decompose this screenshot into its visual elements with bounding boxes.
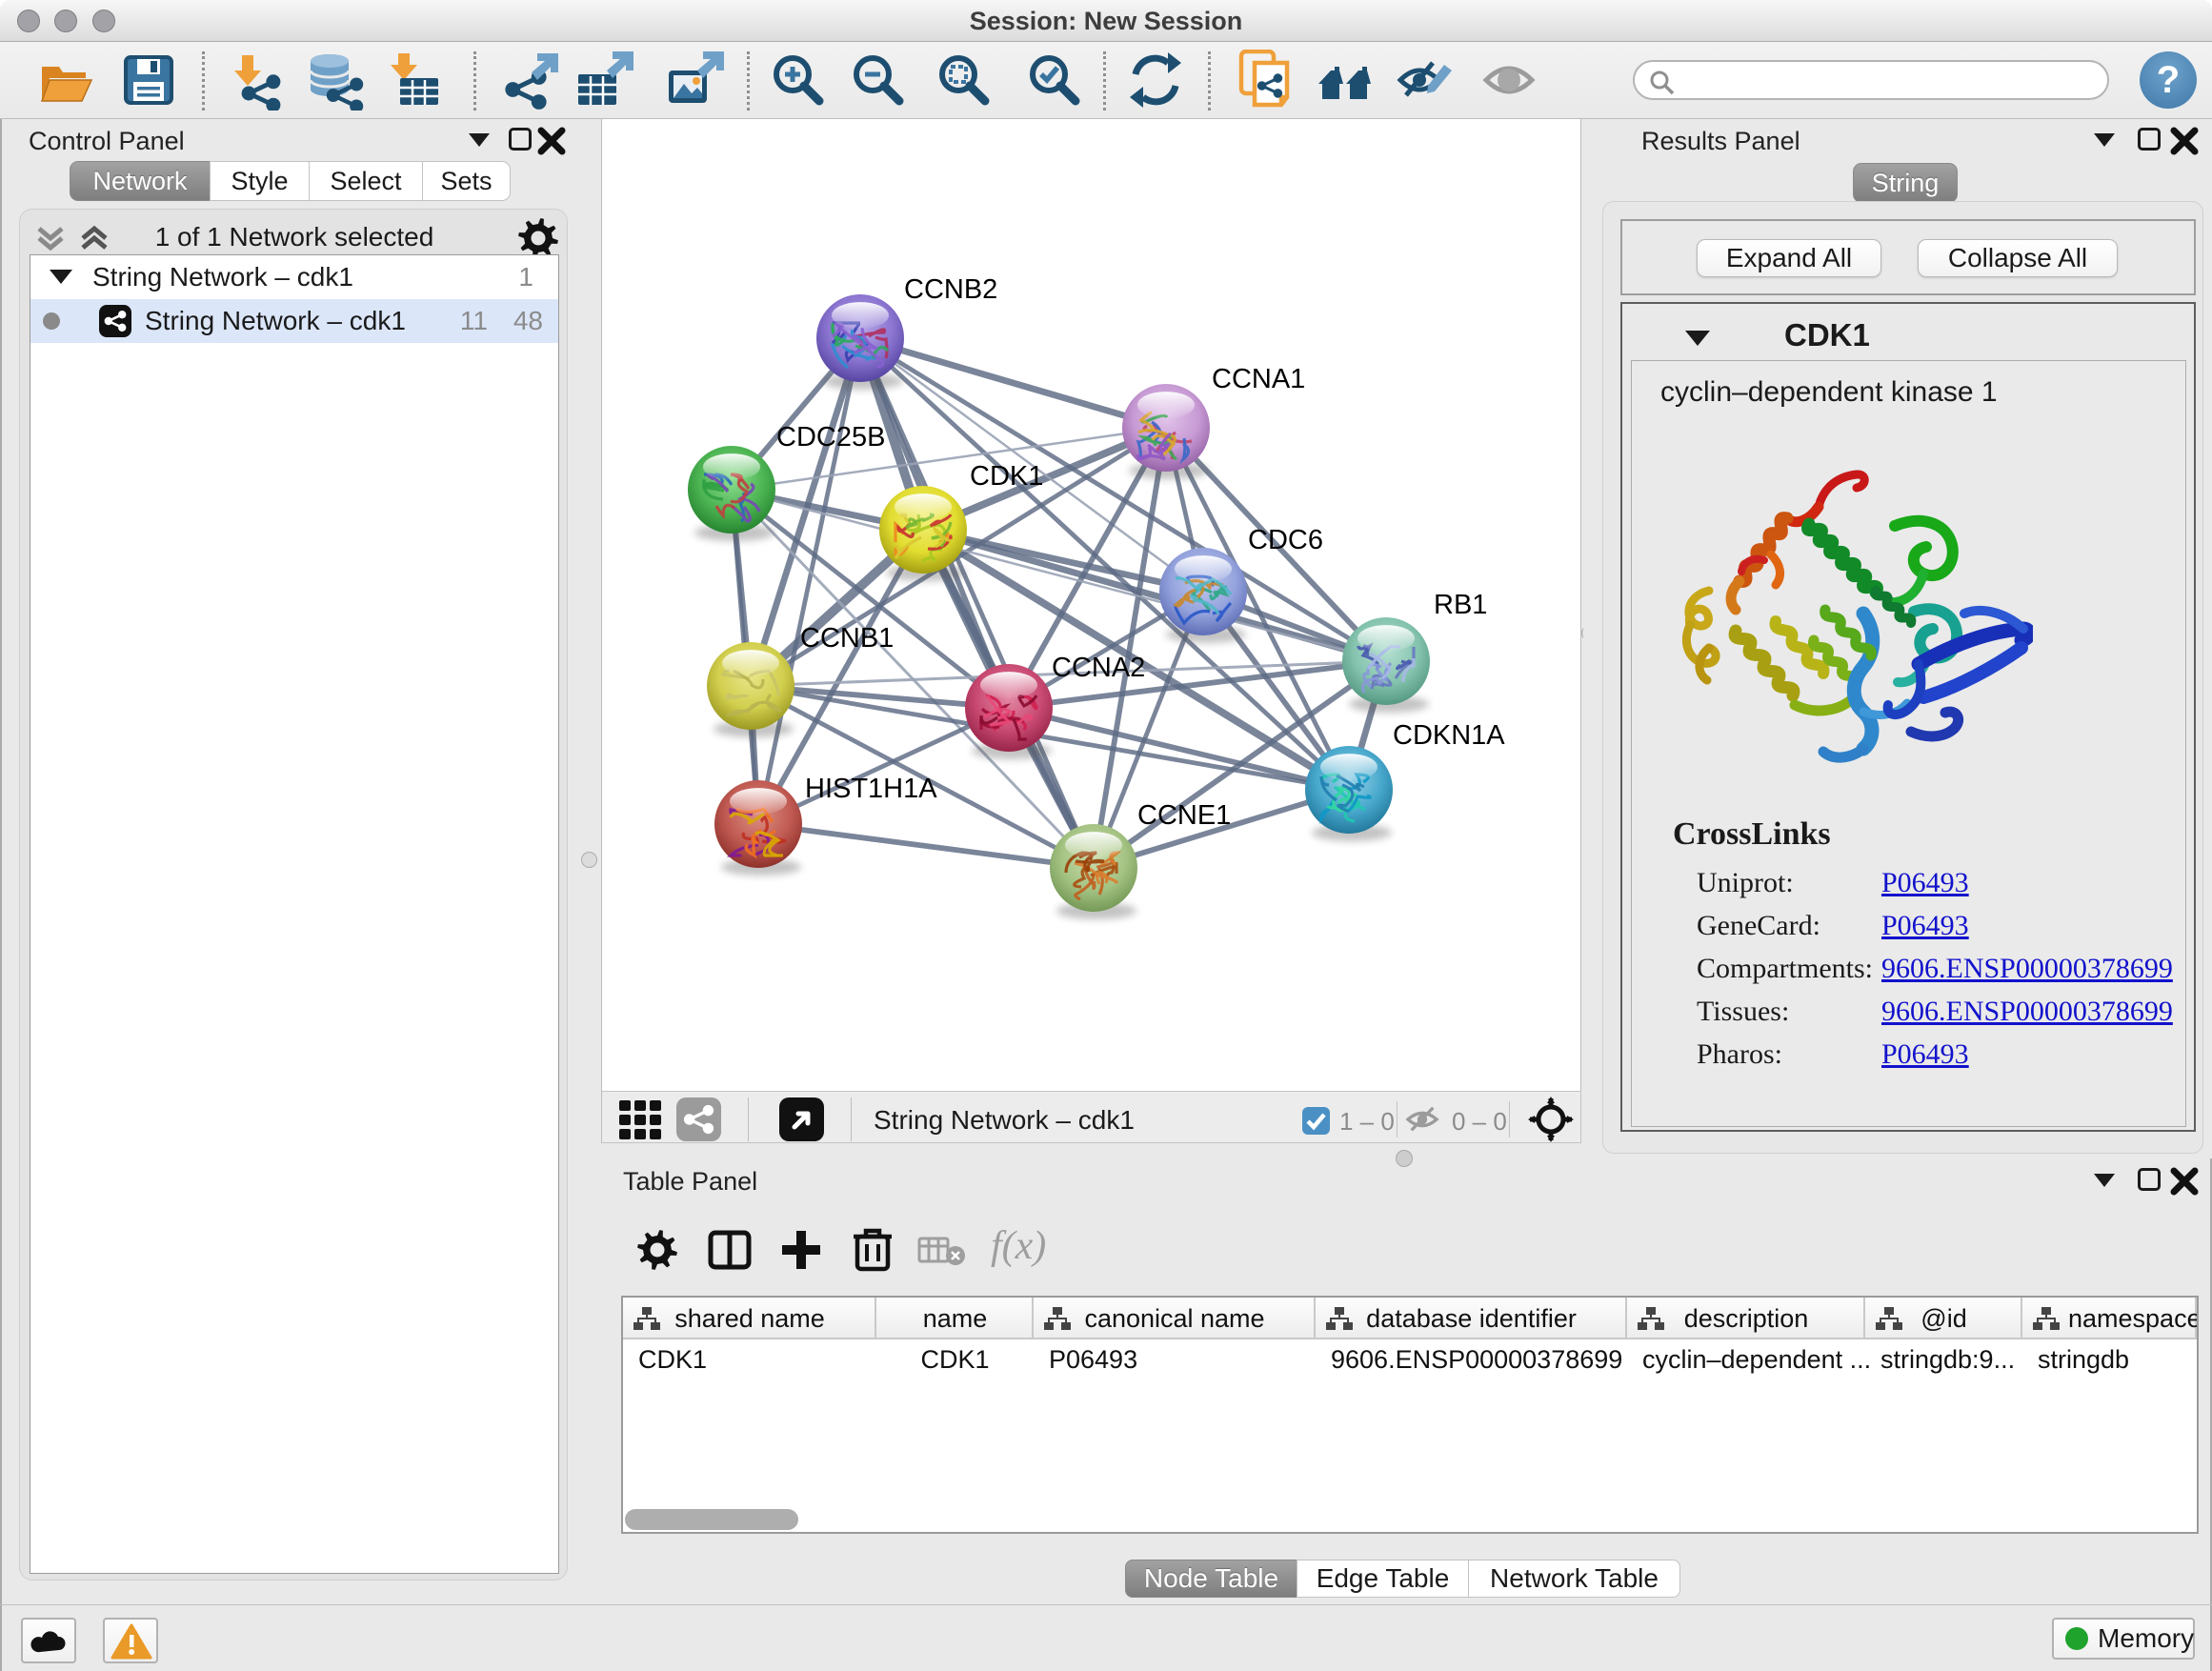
svg-text:CDC25B: CDC25B — [776, 422, 885, 453]
svg-text:CDC6: CDC6 — [1248, 525, 1323, 555]
svg-text:CDKN1A: CDKN1A — [1393, 720, 1505, 751]
svg-text:CCNA1: CCNA1 — [1212, 364, 1305, 394]
svg-text:RB1: RB1 — [1434, 590, 1487, 620]
svg-text:CCNB2: CCNB2 — [904, 274, 997, 305]
svg-text:CDK1: CDK1 — [970, 461, 1043, 492]
svg-text:CCNB1: CCNB1 — [800, 623, 894, 654]
svg-text:CCNA2: CCNA2 — [1052, 653, 1145, 683]
svg-text:HIST1H1A: HIST1H1A — [805, 774, 937, 804]
svg-text:CCNE1: CCNE1 — [1137, 800, 1231, 831]
